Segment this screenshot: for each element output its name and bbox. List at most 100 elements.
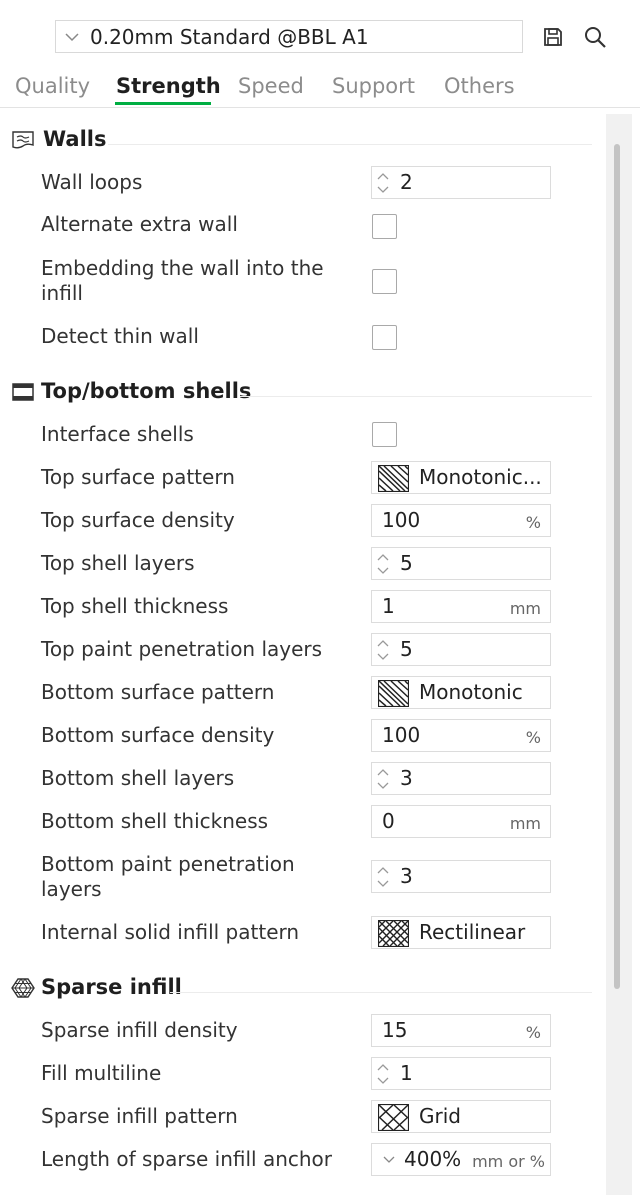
chevron-down-icon (65, 32, 79, 41)
settings-panel: Walls Wall loops 2 Alternate extra wall … (0, 108, 604, 1195)
save-icon[interactable] (540, 24, 566, 50)
top-paint-layers-label: Top paint penetration layers (41, 637, 323, 661)
section-title: Sparse infill (41, 975, 182, 999)
top-shell-thickness-input[interactable]: 1 mm (371, 590, 551, 623)
internal-solid-pattern-row: Internal solid infill pattern Rectilinea… (0, 916, 598, 949)
preset-value: 0.20mm Standard @BBL A1 (90, 24, 369, 49)
spin-arrows-icon[interactable] (376, 637, 390, 663)
bottom-surface-pattern-label: Bottom surface pattern (41, 680, 275, 704)
spin-arrows-icon[interactable] (376, 551, 390, 577)
divider (108, 144, 592, 145)
chevron-down-icon[interactable] (382, 1153, 396, 1167)
sparse-infill-icon (11, 978, 35, 998)
section-title: Top/bottom shells (41, 379, 252, 403)
embedding-wall-label: Embedding the wall into the infill (41, 256, 324, 305)
top-surface-density-row: Top surface density 100 % (0, 504, 598, 537)
fill-multiline-label: Fill multiline (41, 1061, 162, 1085)
search-icon[interactable] (582, 24, 608, 50)
divider (170, 992, 592, 993)
section-walls: Walls (0, 120, 598, 160)
wall-loops-label: Wall loops (41, 170, 143, 194)
sparse-pattern-select[interactable]: Grid (371, 1100, 551, 1133)
wall-loops-row: Wall loops 2 (0, 166, 598, 199)
top-surface-density-label: Top surface density (41, 508, 235, 532)
top-surface-density-input[interactable]: 100 % (371, 504, 551, 537)
scrollbar-thumb[interactable] (614, 144, 620, 989)
bottom-paint-layers-label: Bottom paint penetration layers (41, 852, 295, 901)
active-tab-indicator (115, 102, 211, 105)
detect-thin-wall-checkbox[interactable] (372, 325, 397, 350)
spin-arrows-icon[interactable] (376, 766, 390, 792)
bottom-surface-pattern-select[interactable]: Monotonic (371, 676, 551, 709)
rectilinear-pattern-icon (378, 920, 409, 947)
bottom-shell-thickness-row: Bottom shell thickness 0 mm (0, 805, 598, 838)
tab-others[interactable]: Others (444, 74, 515, 98)
bottom-paint-layers-stepper[interactable]: 3 (371, 860, 551, 893)
bottom-shell-layers-value: 3 (400, 766, 413, 790)
internal-solid-pattern-label: Internal solid infill pattern (41, 920, 300, 944)
sparse-anchor-combo[interactable]: 400% mm or % (371, 1143, 551, 1176)
unit-label: % (525, 1023, 541, 1042)
top-paint-layers-value: 5 (400, 637, 413, 661)
detect-thin-wall-label: Detect thin wall (41, 324, 199, 348)
alternate-extra-wall-checkbox[interactable] (372, 214, 397, 239)
top-paint-layers-stepper[interactable]: 5 (371, 633, 551, 666)
bottom-shell-layers-label: Bottom shell layers (41, 766, 235, 790)
section-title: Walls (43, 127, 107, 151)
embedding-wall-checkbox[interactable] (372, 269, 397, 294)
bottom-surface-density-label: Bottom surface density (41, 723, 275, 747)
fill-multiline-stepper[interactable]: 1 (371, 1057, 551, 1090)
walls-icon (12, 131, 34, 149)
bottom-shell-thickness-label: Bottom shell thickness (41, 809, 269, 833)
top-shell-layers-stepper[interactable]: 5 (371, 547, 551, 580)
top-shell-layers-row: Top shell layers 5 (0, 547, 598, 580)
tab-strength[interactable]: Strength (116, 74, 221, 98)
top-shell-thickness-label: Top shell thickness (41, 594, 229, 618)
scrollbar[interactable] (606, 114, 632, 1195)
tab-quality[interactable]: Quality (15, 74, 90, 98)
sparse-density-input[interactable]: 15 % (371, 1014, 551, 1047)
top-surface-pattern-row: Top surface pattern Monotonic... (0, 461, 598, 494)
section-sparse-infill: Sparse infill (0, 968, 598, 1008)
tab-support[interactable]: Support (332, 74, 415, 98)
alternate-extra-wall-label: Alternate extra wall (41, 212, 238, 236)
preset-bar: 0.20mm Standard @BBL A1 (0, 0, 640, 70)
sparse-density-value: 15 (382, 1018, 408, 1042)
spin-arrows-icon[interactable] (376, 864, 390, 890)
grid-pattern-icon (378, 1104, 409, 1131)
bottom-surface-density-input[interactable]: 100 % (371, 719, 551, 752)
monotonic-pattern-icon (378, 465, 409, 492)
top-surface-pattern-select[interactable]: Monotonic... (371, 461, 551, 494)
spin-arrows-icon[interactable] (376, 170, 390, 196)
internal-solid-pattern-select[interactable]: Rectilinear (371, 916, 551, 949)
internal-solid-pattern-value: Rectilinear (419, 920, 526, 944)
top-shell-layers-label: Top shell layers (41, 551, 195, 575)
top-paint-layers-row: Top paint penetration layers 5 (0, 633, 598, 666)
detect-thin-wall-row: Detect thin wall (0, 324, 598, 350)
sparse-anchor-row: Length of sparse infill anchor 400% mm o… (0, 1143, 598, 1176)
sparse-pattern-row: Sparse infill pattern Grid (0, 1100, 598, 1133)
sparse-density-row: Sparse infill density 15 % (0, 1014, 598, 1047)
wall-loops-stepper[interactable]: 2 (371, 166, 551, 199)
bottom-surface-pattern-row: Bottom surface pattern Monotonic (0, 676, 598, 709)
monotonic-pattern-icon (378, 680, 409, 707)
sparse-density-label: Sparse infill density (41, 1018, 238, 1042)
tab-speed[interactable]: Speed (238, 74, 304, 98)
bottom-paint-layers-row: Bottom paint penetration layers 3 (0, 852, 598, 904)
top-surface-pattern-label: Top surface pattern (41, 465, 235, 489)
unit-label: mm (509, 599, 541, 618)
bottom-surface-pattern-value: Monotonic (419, 680, 523, 704)
sparse-pattern-value: Grid (419, 1104, 461, 1128)
tab-bar: Quality Strength Speed Support Others (0, 70, 640, 108)
top-shell-thickness-value: 1 (382, 594, 395, 618)
bottom-shell-layers-row: Bottom shell layers 3 (0, 762, 598, 795)
divider (240, 396, 592, 397)
sparse-anchor-value: 400% (404, 1147, 462, 1171)
bottom-shell-layers-stepper[interactable]: 3 (371, 762, 551, 795)
unit-label: mm or % (472, 1152, 545, 1171)
bottom-shell-thickness-input[interactable]: 0 mm (371, 805, 551, 838)
interface-shells-checkbox[interactable] (372, 422, 397, 447)
preset-select[interactable]: 0.20mm Standard @BBL A1 (55, 20, 523, 53)
spin-arrows-icon[interactable] (376, 1061, 390, 1087)
sparse-pattern-label: Sparse infill pattern (41, 1104, 238, 1128)
